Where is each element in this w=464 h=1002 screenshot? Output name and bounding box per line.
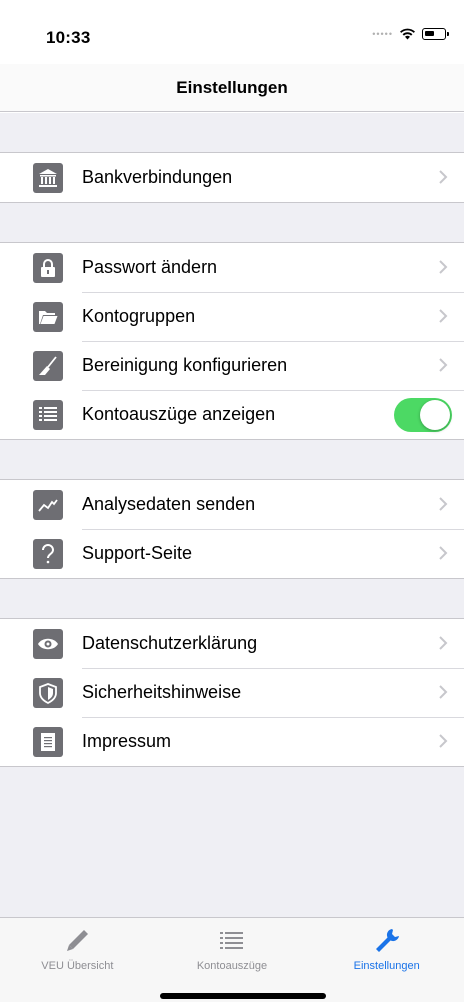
chevron-right-icon bbox=[439, 309, 448, 323]
chevron-right-icon bbox=[439, 636, 448, 650]
list-icon bbox=[33, 400, 63, 430]
section-account: Passwort ändern Kontogruppen Bereinigung… bbox=[0, 242, 464, 440]
row-label: Datenschutzerklärung bbox=[82, 633, 258, 653]
row-bankverbindungen[interactable]: Bankverbindungen bbox=[0, 153, 464, 202]
row-kontoauszuege-anzeigen: Kontoauszüge anzeigen bbox=[0, 390, 464, 439]
row-label: Impressum bbox=[82, 731, 172, 751]
row-label: Support-Seite bbox=[82, 543, 193, 563]
chevron-right-icon bbox=[439, 260, 448, 274]
nav-bar: Einstellungen bbox=[0, 64, 464, 112]
folder-icon bbox=[33, 302, 63, 332]
bank-icon bbox=[33, 163, 63, 193]
row-support-seite[interactable]: Support-Seite bbox=[0, 529, 464, 578]
row-kontogruppen[interactable]: Kontogruppen bbox=[0, 292, 464, 341]
row-label: Kontogruppen bbox=[82, 306, 196, 326]
lock-icon bbox=[33, 253, 63, 283]
row-label: Analysedaten senden bbox=[82, 494, 256, 514]
chevron-right-icon bbox=[439, 497, 448, 511]
row-sicherheitshinweise[interactable]: Sicherheitshinweise bbox=[0, 668, 464, 717]
row-analysedaten-senden[interactable]: Analysedaten senden bbox=[0, 480, 464, 529]
page-title: Einstellungen bbox=[176, 77, 288, 97]
battery-icon bbox=[422, 28, 449, 40]
chevron-right-icon bbox=[439, 170, 448, 184]
tab-label: Kontoauszüge bbox=[196, 960, 268, 972]
chart-icon bbox=[33, 490, 63, 520]
status-time: 10:33 bbox=[46, 28, 91, 47]
tab-veu-uebersicht[interactable]: VEU Übersicht bbox=[0, 918, 155, 1002]
pencil-icon bbox=[67, 930, 89, 951]
tab-bar: VEU Übersicht Kontoauszüge Einstellungen bbox=[0, 917, 464, 1002]
row-label: Bereinigung konfigurieren bbox=[82, 355, 288, 375]
row-label: Bankverbindungen bbox=[82, 167, 233, 187]
row-label: Sicherheitshinweise bbox=[82, 682, 242, 702]
toggle-knob bbox=[420, 400, 450, 430]
eye-icon bbox=[33, 629, 63, 659]
section-support: Analysedaten senden Support-Seite bbox=[0, 479, 464, 579]
status-bar: 10:33 ••••• bbox=[0, 0, 464, 64]
wifi-icon bbox=[400, 28, 415, 40]
chevron-right-icon bbox=[439, 685, 448, 699]
tab-einstellungen[interactable]: Einstellungen bbox=[309, 918, 464, 1002]
document-icon bbox=[33, 727, 63, 757]
status-indicators: ••••• bbox=[372, 28, 449, 40]
section-bank: Bankverbindungen bbox=[0, 152, 464, 203]
tab-label: VEU Übersicht bbox=[41, 960, 114, 972]
question-icon bbox=[33, 539, 63, 569]
kontoauszuege-toggle[interactable] bbox=[394, 398, 452, 432]
broom-icon bbox=[33, 351, 63, 381]
phone-screen: 10:33 ••••• Einstellungen Bankverbindung… bbox=[0, 0, 464, 1002]
chevron-right-icon bbox=[439, 358, 448, 372]
tab-label: Einstellungen bbox=[353, 960, 420, 972]
section-legal: Datenschutzerklärung Sicherheitshinweise… bbox=[0, 618, 464, 767]
row-impressum[interactable]: Impressum bbox=[0, 717, 464, 766]
row-label: Kontoauszüge anzeigen bbox=[82, 404, 276, 424]
signal-icon: ••••• bbox=[372, 29, 393, 39]
list-icon bbox=[220, 932, 243, 949]
row-datenschutzerklaerung[interactable]: Datenschutzerklärung bbox=[0, 619, 464, 668]
row-passwort-aendern[interactable]: Passwort ändern bbox=[0, 243, 464, 292]
chevron-right-icon bbox=[439, 734, 448, 748]
row-label: Passwort ändern bbox=[82, 257, 218, 277]
row-bereinigung-konfigurieren[interactable]: Bereinigung konfigurieren bbox=[0, 341, 464, 390]
wrench-icon bbox=[375, 929, 399, 952]
shield-icon bbox=[33, 678, 63, 708]
home-indicator[interactable] bbox=[160, 993, 326, 999]
tab-kontoauszuege[interactable]: Kontoauszüge bbox=[155, 918, 310, 1002]
settings-list: Bankverbindungen Passwort ändern Kontogr… bbox=[0, 113, 464, 917]
chevron-right-icon bbox=[439, 546, 448, 560]
